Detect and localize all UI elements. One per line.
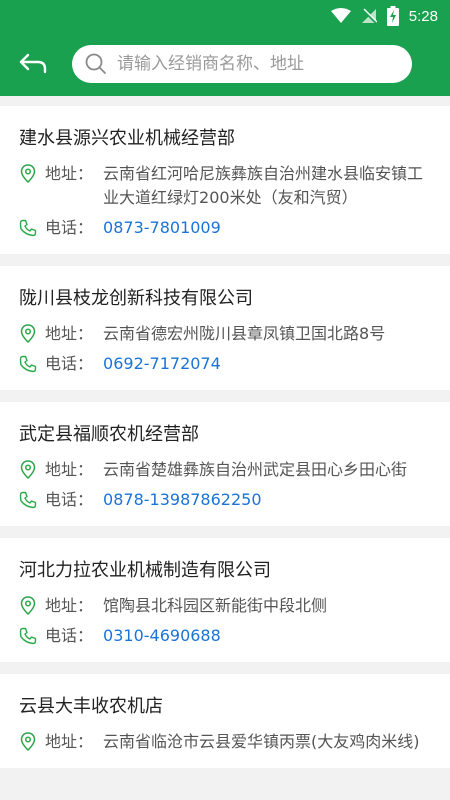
dealer-phone[interactable]: 0878-13987862250 [103,488,261,512]
search-input[interactable] [117,54,412,74]
address-row: 地址： 馆陶县北科园区新能街中段北侧 [19,594,430,618]
address-row: 地址： 云南省德宏州陇川县章凤镇卫国北路8号 [19,322,430,346]
address-row: 地址： 云南省红河哈尼族彝族自治州建水县临安镇工业大道红绿灯200米处（友和汽贸… [19,162,430,210]
wifi-icon [330,8,351,24]
location-pin-icon [19,162,37,186]
dealer-card[interactable]: 建水县源兴农业机械经营部 地址： 云南省红河哈尼族彝族自治州建水县临安镇工业大道… [0,106,450,254]
dealer-name: 建水县源兴农业机械经营部 [19,128,235,149]
dealer-name: 陇川县枝龙创新科技有限公司 [19,288,253,309]
dealer-name: 武定县福顺农机经营部 [19,424,199,445]
back-button[interactable] [4,32,62,96]
phone-row: 电话： 0878-13987862250 [19,488,430,512]
phone-label: 电话 [45,218,78,237]
status-bar: 5:28 [0,0,450,32]
dealer-phone[interactable]: 0873-7801009 [103,216,221,240]
location-pin-icon [19,322,37,346]
location-pin-icon [19,458,37,482]
address-label: 地址 [45,732,78,751]
app-bar [0,32,450,96]
location-pin-icon [19,594,37,618]
phone-icon [19,624,37,648]
status-time: 5:28 [408,7,438,25]
dealer-card[interactable]: 陇川县枝龙创新科技有限公司 地址： 云南省德宏州陇川县章凤镇卫国北路8号 电话：… [0,266,450,390]
dealer-card[interactable]: 河北力拉农业机械制造有限公司 地址： 馆陶县北科园区新能街中段北侧 电话： 03… [0,538,450,662]
phone-row: 电话： 0873-7801009 [19,216,430,240]
dealer-name: 河北力拉农业机械制造有限公司 [19,560,271,581]
location-pin-icon [19,730,37,754]
search-box[interactable] [72,45,412,83]
address-label: 地址 [45,324,78,343]
address-row: 地址： 云南省楚雄彝族自治州武定县田心乡田心街 [19,458,430,482]
dealer-address: 云南省楚雄彝族自治州武定县田心乡田心街 [103,460,408,479]
dealer-phone[interactable]: 0310-4690688 [103,624,221,648]
address-row: 地址： 云南省临沧市云县爱华镇丙票(大友鸡肉米线) [19,730,430,754]
dealer-address: 馆陶县北科园区新能街中段北侧 [103,596,328,615]
phone-icon [19,352,37,376]
phone-label: 电话 [45,626,78,645]
dealer-name: 云县大丰收农机店 [19,696,163,717]
dealer-address: 云南省临沧市云县爱华镇丙票(大友鸡肉米线) [103,732,420,751]
address-label: 地址 [45,596,78,615]
search-icon [85,53,106,74]
dealer-card[interactable]: 武定县福顺农机经营部 地址： 云南省楚雄彝族自治州武定县田心乡田心街 电话： 0… [0,402,450,526]
dealer-card[interactable]: 云县大丰收农机店 地址： 云南省临沧市云县爱华镇丙票(大友鸡肉米线) [0,674,450,768]
phone-label: 电话 [45,354,78,373]
address-label: 地址 [45,460,78,479]
dealer-address: 云南省红河哈尼族彝族自治州建水县临安镇工业大道红绿灯200米处（友和汽贸） [103,164,424,207]
dealer-phone[interactable]: 0692-7172074 [103,352,221,376]
phone-icon [19,488,37,512]
dealer-list: 建水县源兴农业机械经营部 地址： 云南省红河哈尼族彝族自治州建水县临安镇工业大道… [0,106,450,780]
phone-row: 电话： 0310-4690688 [19,624,430,648]
back-arrow-icon [19,53,47,74]
phone-label: 电话 [45,490,78,509]
dealer-address: 云南省德宏州陇川县章凤镇卫国北路8号 [103,324,386,343]
battery-charging-icon [386,6,399,26]
address-label: 地址 [45,164,78,183]
no-signal-icon [361,8,377,24]
phone-icon [19,216,37,240]
phone-row: 电话： 0692-7172074 [19,352,430,376]
